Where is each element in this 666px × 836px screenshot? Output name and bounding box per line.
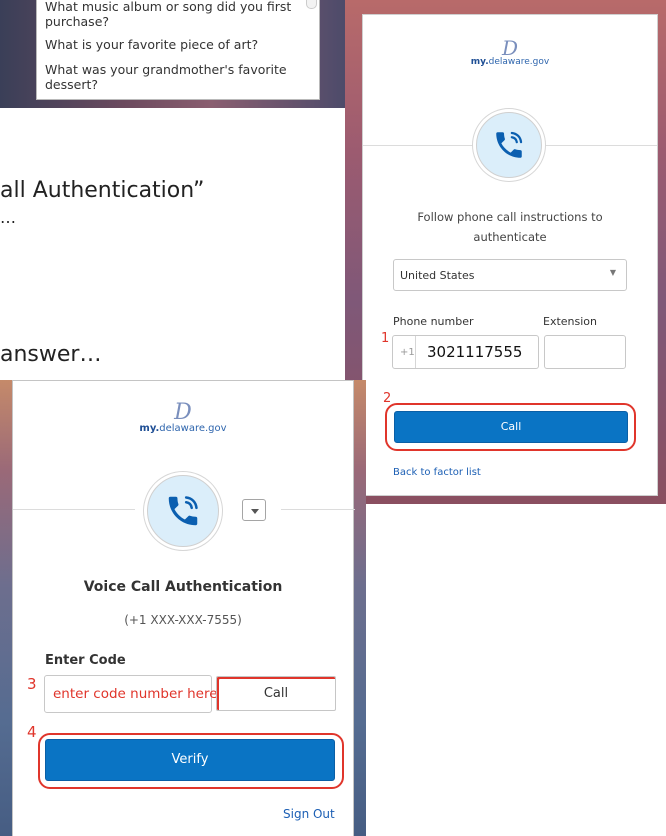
country-code-prefix: +1 xyxy=(400,347,415,358)
step-number-3: 3 xyxy=(27,675,37,693)
voice-call-card: D my.delaware.gov Voice Call Authenticat… xyxy=(12,380,355,836)
verify-button[interactable]: Verify xyxy=(45,739,335,781)
voice-call-title: Voice Call Authentication xyxy=(83,579,283,595)
document-text-line: answer… xyxy=(0,342,102,367)
country-select[interactable]: United States ▼ xyxy=(393,259,627,291)
call-button[interactable]: Call xyxy=(394,411,628,443)
delaware-logo: D my.delaware.gov xyxy=(363,36,657,67)
extension-input[interactable] xyxy=(544,335,626,369)
logo-prefix: my. xyxy=(139,423,160,434)
instruction-heading-line: Follow phone call instructions to xyxy=(417,210,603,224)
divider-left xyxy=(13,509,135,510)
logo-domain: delaware.gov xyxy=(159,423,227,434)
enter-code-label: Enter Code xyxy=(45,653,126,668)
phone-ringing-icon xyxy=(168,496,198,526)
logo-domain: delaware.gov xyxy=(488,57,550,67)
masked-phone-number: (+1 XXX-XXX-7555) xyxy=(124,613,242,627)
factor-dropdown-button[interactable] xyxy=(242,499,266,521)
question-option[interactable]: What is your favorite piece of art? xyxy=(37,33,319,60)
document-text-line: all Authentication” xyxy=(0,178,205,203)
logo-d-mark-icon: D xyxy=(501,36,519,60)
call-again-button[interactable]: Call xyxy=(216,676,336,711)
chevron-down-icon: ▼ xyxy=(609,268,616,277)
step-number-4: 4 xyxy=(27,723,37,741)
dropdown-scrollbar[interactable] xyxy=(306,0,317,9)
phone-call-card: D my.delaware.gov Follow phone call inst… xyxy=(362,14,658,496)
code-input-placeholder: enter code number here xyxy=(53,686,218,702)
instruction-heading-line: authenticate xyxy=(473,230,547,244)
divider-right xyxy=(281,509,355,510)
extension-label: Extension xyxy=(543,315,598,328)
phone-number-input[interactable]: +1 3021117555 xyxy=(392,335,539,369)
caret-down-icon xyxy=(251,509,259,514)
verification-code-input[interactable]: enter code number here xyxy=(44,675,218,713)
country-select-value: United States xyxy=(400,269,475,282)
phone-call-icon-circle xyxy=(476,112,542,178)
phone-ringing-icon xyxy=(496,131,523,158)
security-question-dropdown[interactable]: What music album or song did you first p… xyxy=(36,0,320,100)
step-number-1: 1 xyxy=(381,331,390,346)
phone-call-icon-circle xyxy=(147,475,219,547)
question-option[interactable]: What music album or song did you first p… xyxy=(37,0,319,33)
phone-number-value: 3021117555 xyxy=(427,343,523,361)
delaware-logo: D my.delaware.gov xyxy=(13,400,353,435)
back-to-factor-list-link[interactable]: Back to factor list xyxy=(393,467,481,478)
phone-number-label: Phone number xyxy=(393,315,474,328)
logo-d-mark-icon: D xyxy=(174,400,192,425)
logo-prefix: my. xyxy=(470,57,489,67)
question-option[interactable]: What was your grandmother's favorite des… xyxy=(37,60,319,92)
sign-out-link[interactable]: Sign Out xyxy=(283,807,335,821)
document-text-line: … xyxy=(0,208,16,227)
